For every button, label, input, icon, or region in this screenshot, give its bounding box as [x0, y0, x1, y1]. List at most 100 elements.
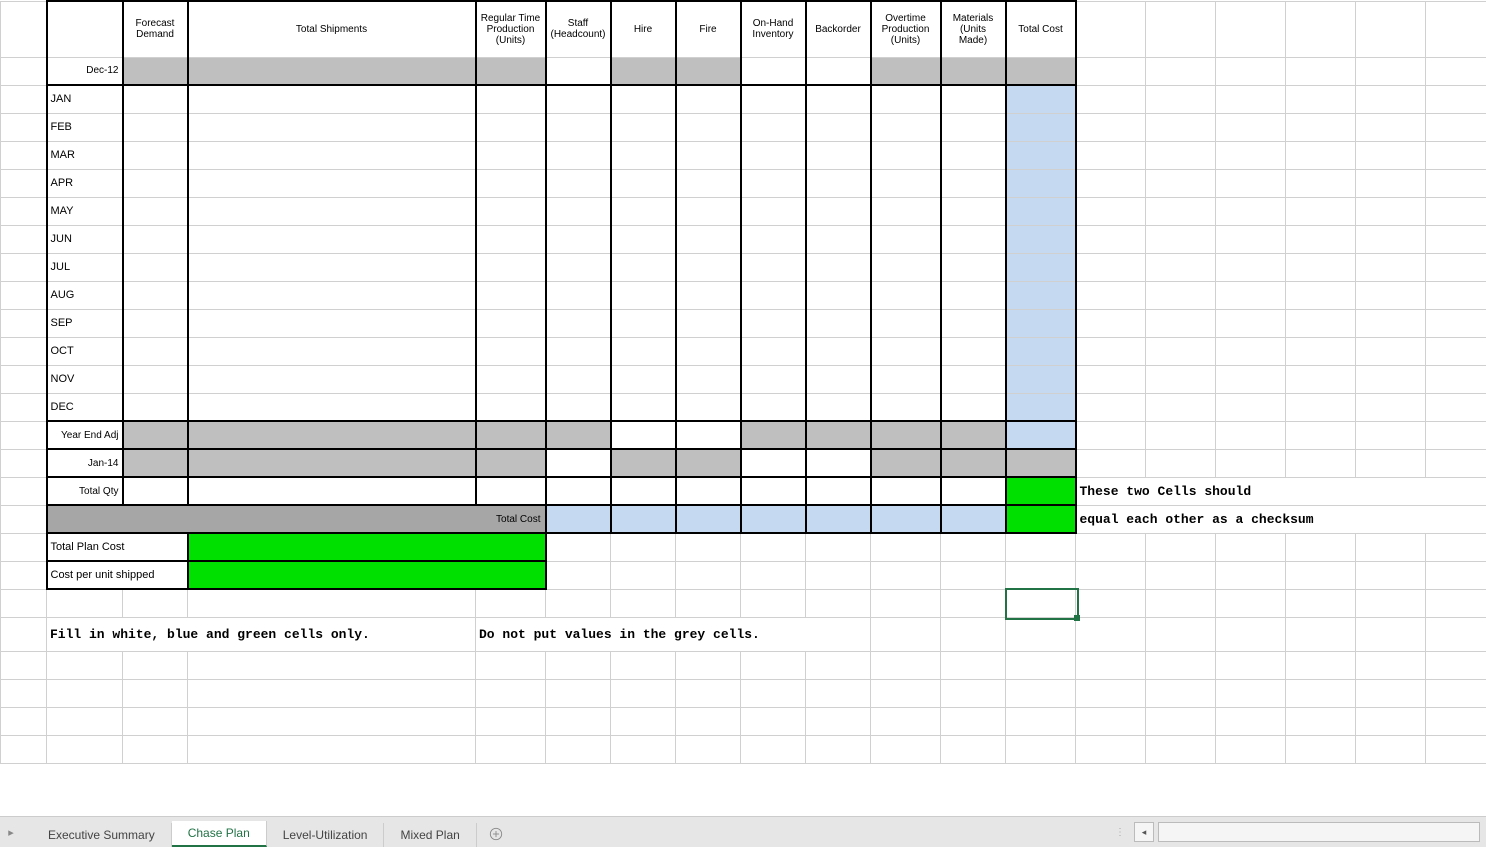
- cell[interactable]: [1216, 225, 1286, 253]
- cell[interactable]: [1216, 309, 1286, 337]
- cell[interactable]: [1, 113, 47, 141]
- cell[interactable]: [806, 679, 871, 707]
- cell[interactable]: [123, 309, 188, 337]
- cell[interactable]: [188, 393, 476, 421]
- cell[interactable]: [188, 113, 476, 141]
- cell[interactable]: [871, 197, 941, 225]
- cell[interactable]: [1146, 1, 1216, 57]
- row-label-month[interactable]: NOV: [47, 365, 123, 393]
- cell[interactable]: [476, 85, 546, 113]
- cell[interactable]: [1426, 141, 1486, 169]
- cell[interactable]: [1076, 449, 1146, 477]
- row-label-month[interactable]: JUN: [47, 225, 123, 253]
- cell[interactable]: [546, 477, 611, 505]
- cell[interactable]: [546, 141, 611, 169]
- cell[interactable]: [1426, 85, 1486, 113]
- cell[interactable]: [546, 589, 611, 617]
- cell[interactable]: [1006, 169, 1076, 197]
- cell[interactable]: [1356, 617, 1426, 651]
- cell[interactable]: [611, 253, 676, 281]
- cell[interactable]: [676, 421, 741, 449]
- cell[interactable]: [941, 505, 1006, 533]
- cell[interactable]: [806, 365, 871, 393]
- scroll-track[interactable]: [1158, 822, 1480, 842]
- cell[interactable]: [1426, 735, 1486, 763]
- cell[interactable]: [47, 589, 123, 617]
- cell[interactable]: [1216, 337, 1286, 365]
- cell[interactable]: [1426, 561, 1486, 589]
- cell-checksum-1[interactable]: [1006, 477, 1076, 505]
- cell[interactable]: [1146, 449, 1216, 477]
- cell[interactable]: [1356, 533, 1426, 561]
- cell[interactable]: [476, 57, 546, 85]
- cell[interactable]: [476, 337, 546, 365]
- cell[interactable]: [611, 735, 676, 763]
- cell[interactable]: [546, 85, 611, 113]
- cell[interactable]: [1, 309, 47, 337]
- selected-cell[interactable]: [1006, 589, 1076, 617]
- cell[interactable]: [1076, 113, 1146, 141]
- cell[interactable]: [1076, 169, 1146, 197]
- cell[interactable]: [676, 679, 741, 707]
- cell[interactable]: [1216, 113, 1286, 141]
- cell[interactable]: [1286, 735, 1356, 763]
- cell[interactable]: [1216, 197, 1286, 225]
- cell[interactable]: [1286, 309, 1356, 337]
- cell[interactable]: [1146, 309, 1216, 337]
- cell[interactable]: [806, 393, 871, 421]
- cell[interactable]: [1356, 85, 1426, 113]
- cell[interactable]: [188, 707, 476, 735]
- cell[interactable]: [941, 477, 1006, 505]
- cell[interactable]: [1006, 197, 1076, 225]
- cell[interactable]: [676, 561, 741, 589]
- cell[interactable]: [123, 253, 188, 281]
- row-label-year-end-adj[interactable]: Year End Adj: [47, 421, 123, 449]
- header-hire[interactable]: Hire: [611, 1, 676, 57]
- cell[interactable]: [1, 141, 47, 169]
- cell[interactable]: [476, 707, 546, 735]
- cell[interactable]: [741, 589, 806, 617]
- splitter-grip-icon[interactable]: ⋮: [1111, 827, 1130, 838]
- cell[interactable]: [1076, 421, 1146, 449]
- cell[interactable]: [1076, 141, 1146, 169]
- cell[interactable]: [1426, 393, 1486, 421]
- cell[interactable]: [871, 505, 941, 533]
- cell[interactable]: [1, 57, 47, 85]
- cell[interactable]: [1356, 309, 1426, 337]
- cell[interactable]: [1, 589, 47, 617]
- cell[interactable]: [941, 533, 1006, 561]
- cell[interactable]: [47, 1, 123, 57]
- cell[interactable]: [546, 505, 611, 533]
- cell[interactable]: [1286, 113, 1356, 141]
- cell[interactable]: [1356, 113, 1426, 141]
- cell[interactable]: [1076, 561, 1146, 589]
- cell[interactable]: [476, 421, 546, 449]
- cell[interactable]: [871, 707, 941, 735]
- cell[interactable]: [676, 309, 741, 337]
- cell[interactable]: [188, 57, 476, 85]
- cell[interactable]: [611, 365, 676, 393]
- cell[interactable]: [1216, 169, 1286, 197]
- cell[interactable]: [188, 651, 476, 679]
- cell[interactable]: [123, 589, 188, 617]
- cell[interactable]: [1146, 337, 1216, 365]
- cell[interactable]: [188, 225, 476, 253]
- cell[interactable]: [611, 449, 676, 477]
- cell[interactable]: [1216, 449, 1286, 477]
- cell[interactable]: [871, 365, 941, 393]
- row-label-month[interactable]: SEP: [47, 309, 123, 337]
- cell[interactable]: [611, 393, 676, 421]
- row-label-month[interactable]: OCT: [47, 337, 123, 365]
- cell[interactable]: [188, 85, 476, 113]
- cell[interactable]: [546, 735, 611, 763]
- cell[interactable]: [546, 449, 611, 477]
- cell[interactable]: [1, 449, 47, 477]
- scroll-left-button[interactable]: ◂: [1134, 822, 1154, 842]
- row-label-month[interactable]: JAN: [47, 85, 123, 113]
- cell[interactable]: [1286, 617, 1356, 651]
- cell[interactable]: [676, 57, 741, 85]
- cell[interactable]: [741, 393, 806, 421]
- cell[interactable]: [741, 337, 806, 365]
- cell[interactable]: [1286, 449, 1356, 477]
- cell[interactable]: [1286, 169, 1356, 197]
